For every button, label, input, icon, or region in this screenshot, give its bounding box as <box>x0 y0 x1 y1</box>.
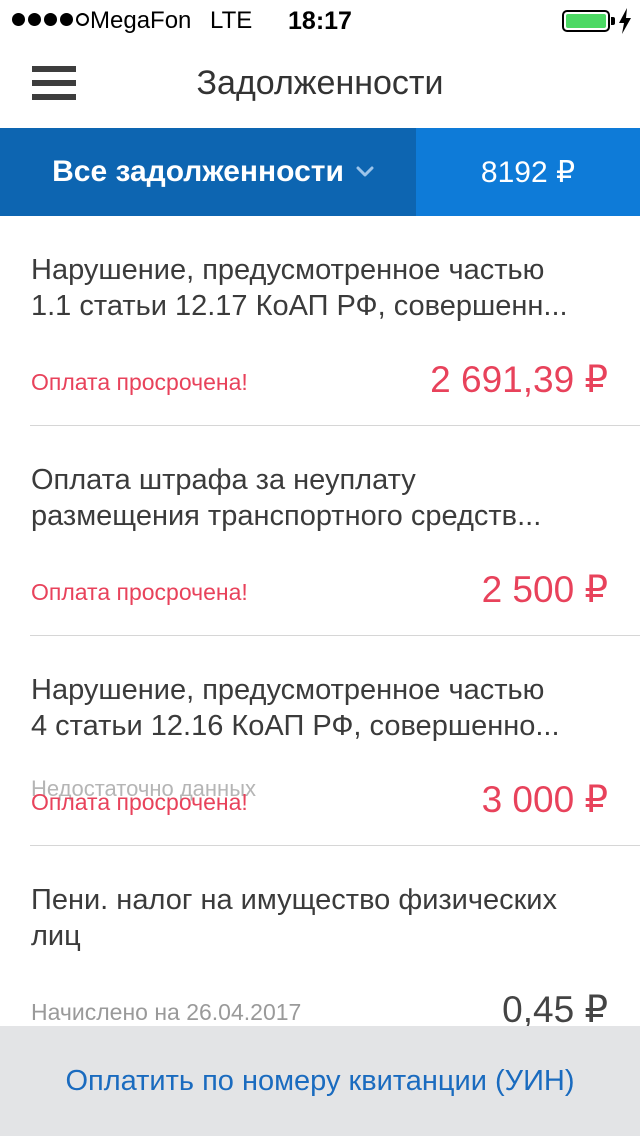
debt-item[interactable]: Пени. налог на имущество физических лиц … <box>0 846 640 1026</box>
debt-title-line: Пени. налог на имущество физических <box>31 884 558 916</box>
debt-item[interactable]: Нарушение, предусмотренное частью 1.1 ст… <box>0 216 640 426</box>
pay-by-uin-label: Оплатить по номеру квитанции (УИН) <box>65 1064 575 1097</box>
chevron-down-icon <box>356 166 374 177</box>
debt-total: 8192 ₽ <box>416 128 640 216</box>
debt-status: Оплата просрочена! <box>31 579 248 605</box>
page-title: Задолженности <box>196 64 444 102</box>
status-time: 18:17 <box>288 7 352 35</box>
debt-amount: 2 691,39 ₽ <box>430 359 608 400</box>
filter-bar: Все задолженности 8192 ₽ <box>0 128 640 216</box>
debt-title: Оплата штрафа за неуплату размещения тра… <box>31 462 610 534</box>
navigation-bar: Задолженности <box>0 40 640 128</box>
debt-title-line: 4 статьи 12.16 КоАП РФ, совершенно... <box>31 710 560 742</box>
charging-bolt-icon <box>619 8 631 34</box>
debt-title-line: Оплата штрафа за неуплату <box>31 464 416 496</box>
debt-title-line: размещения транспортного средств... <box>31 500 542 532</box>
debt-filter-label: Все задолженности <box>52 155 344 188</box>
status-bar: MegaFon LTE 18:17 <box>0 0 640 40</box>
debt-filter-dropdown[interactable]: Все задолженности <box>0 128 416 216</box>
debt-item[interactable]: Нарушение, предусмотренное частью 4 стат… <box>0 636 640 846</box>
debt-status: Оплата просрочена! <box>31 789 248 815</box>
debt-title-line: 1.1 статьи 12.17 КоАП РФ, совершенн... <box>31 290 568 322</box>
debt-title: Пени. налог на имущество физических лиц <box>31 882 610 954</box>
debt-title: Нарушение, предусмотренное частью 1.1 ст… <box>31 252 610 324</box>
debt-amount: 3 000 ₽ <box>481 779 608 820</box>
debt-item[interactable]: Оплата штрафа за неуплату размещения тра… <box>0 426 640 636</box>
debt-title: Нарушение, предусмотренное частью 4 стат… <box>31 672 610 744</box>
debt-title-line: Нарушение, предусмотренное частью <box>31 254 545 286</box>
pay-by-uin-button[interactable]: Оплатить по номеру квитанции (УИН) <box>0 1026 640 1136</box>
debt-accrual-date: Начислено на 26.04.2017 <box>31 999 302 1025</box>
battery-icon <box>562 10 610 32</box>
battery-tip <box>611 17 615 25</box>
debt-status: Оплата просрочена! <box>31 369 248 395</box>
debt-title-line: лиц <box>31 920 81 952</box>
debt-amount: 0,45 ₽ <box>502 989 608 1026</box>
debt-title-line: Нарушение, предусмотренное частью <box>31 674 545 706</box>
debt-list: Нарушение, предусмотренное частью 1.1 ст… <box>0 216 640 1026</box>
debt-amount: 2 500 ₽ <box>481 569 608 610</box>
